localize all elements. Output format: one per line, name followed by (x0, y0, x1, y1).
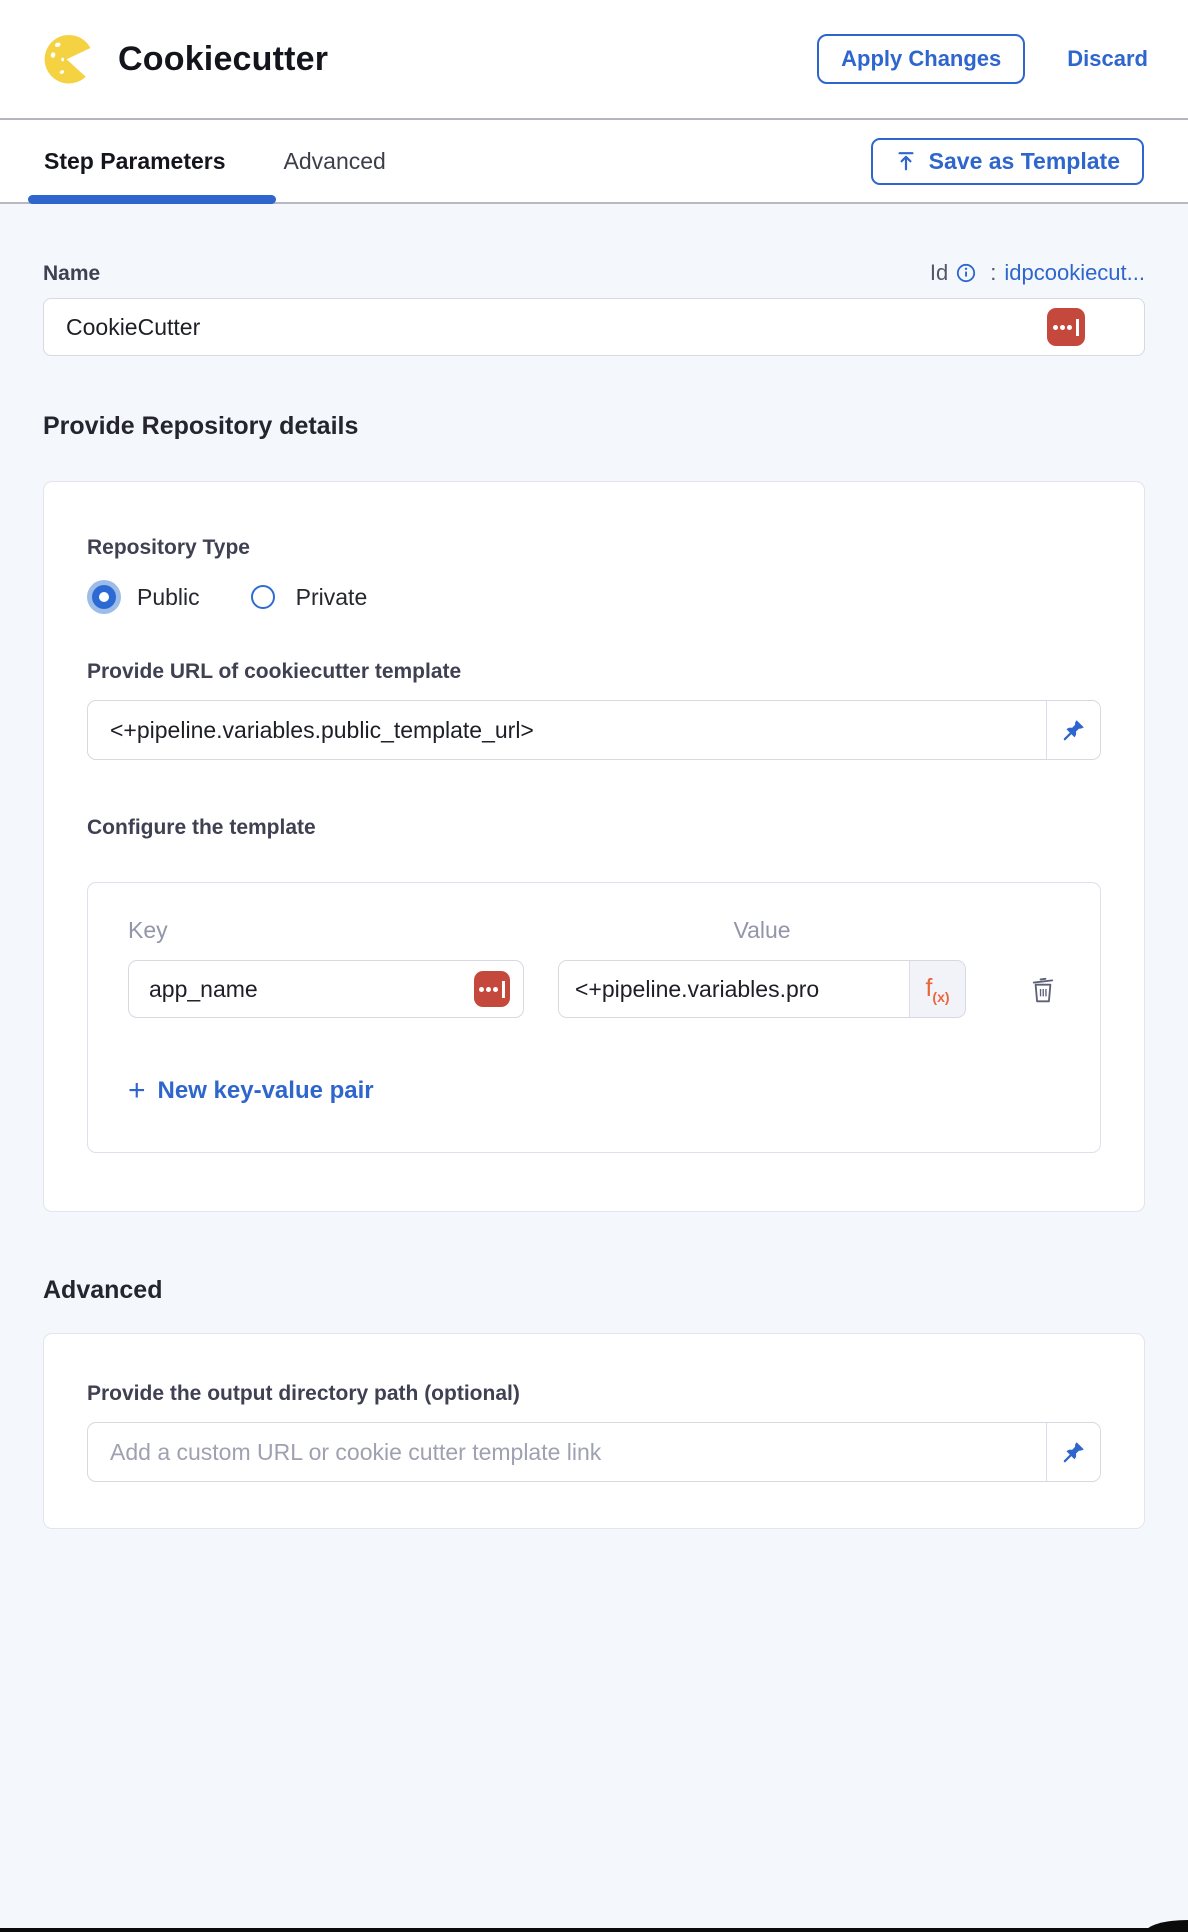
output-directory-label: Provide the output directory path (optio… (87, 1382, 1101, 1406)
name-input[interactable] (43, 298, 1145, 356)
info-icon[interactable] (956, 263, 976, 283)
output-directory-input[interactable] (88, 1423, 1046, 1481)
template-url-input[interactable] (88, 701, 1046, 759)
tab-step-parameters[interactable]: Step Parameters (44, 148, 226, 175)
cookiecutter-logo-icon (40, 31, 96, 87)
configure-template-label: Configure the template (87, 816, 1101, 840)
pin-icon (1062, 718, 1086, 742)
plus-icon: + (128, 1076, 146, 1106)
radio-public[interactable]: Public (87, 580, 200, 614)
name-label: Name (43, 262, 100, 286)
output-directory-field (87, 1422, 1101, 1482)
pin-button[interactable] (1046, 1423, 1100, 1481)
key-value-table: Key Value f(x) (87, 882, 1101, 1153)
delete-row-button[interactable] (1028, 973, 1058, 1005)
key-input[interactable] (128, 960, 524, 1018)
radio-unselected-icon[interactable] (251, 585, 275, 609)
tab-advanced[interactable]: Advanced (284, 148, 386, 175)
radio-selected-icon[interactable] (92, 585, 116, 609)
step-config-panel: Cookiecutter Apply Changes Discard Step … (0, 0, 1188, 1932)
password-manager-icon[interactable] (474, 971, 510, 1007)
key-column-header: Key (128, 917, 524, 944)
active-tab-indicator (28, 195, 276, 204)
expression-fx-button[interactable]: f(x) (909, 961, 965, 1017)
upload-icon (895, 150, 917, 172)
trash-icon (1028, 973, 1058, 1005)
header: Cookiecutter Apply Changes Discard (0, 0, 1188, 118)
repository-type-radio-group: Public Private (87, 580, 1101, 614)
bottom-edge-artifact (0, 1928, 1188, 1932)
page-title: Cookiecutter (118, 40, 328, 79)
key-value-row: f(x) (128, 960, 1060, 1018)
pin-icon (1062, 1440, 1086, 1464)
value-column-header: Value (558, 917, 966, 944)
pin-button[interactable] (1046, 701, 1100, 759)
template-url-field (87, 700, 1101, 760)
repository-details-heading: Provide Repository details (43, 412, 1145, 441)
password-manager-icon[interactable] (1047, 308, 1085, 346)
id-value[interactable]: idpcookiecut... (1004, 260, 1145, 286)
save-as-template-button[interactable]: Save as Template (871, 138, 1144, 185)
id-label: Id (930, 260, 948, 286)
template-url-label: Provide URL of cookiecutter template (87, 660, 1101, 684)
repository-type-label: Repository Type (87, 536, 1101, 560)
radio-private[interactable]: Private (246, 580, 368, 614)
discard-button[interactable]: Discard (1067, 46, 1148, 72)
repository-details-card: Repository Type Public Private Provide U… (43, 481, 1145, 1212)
value-input[interactable] (559, 961, 909, 1017)
advanced-heading: Advanced (43, 1276, 1145, 1305)
step-parameters-content: Name Id : idpcookiecut... Provide Reposi… (0, 204, 1188, 1932)
apply-changes-button[interactable]: Apply Changes (817, 34, 1025, 84)
id-colon: : (990, 260, 996, 286)
value-field: f(x) (558, 960, 966, 1018)
new-key-value-pair-button[interactable]: + New key-value pair (128, 1076, 1060, 1106)
advanced-card: Provide the output directory path (optio… (43, 1333, 1145, 1529)
tab-bar: Step Parameters Advanced Save as Templat… (0, 120, 1188, 204)
